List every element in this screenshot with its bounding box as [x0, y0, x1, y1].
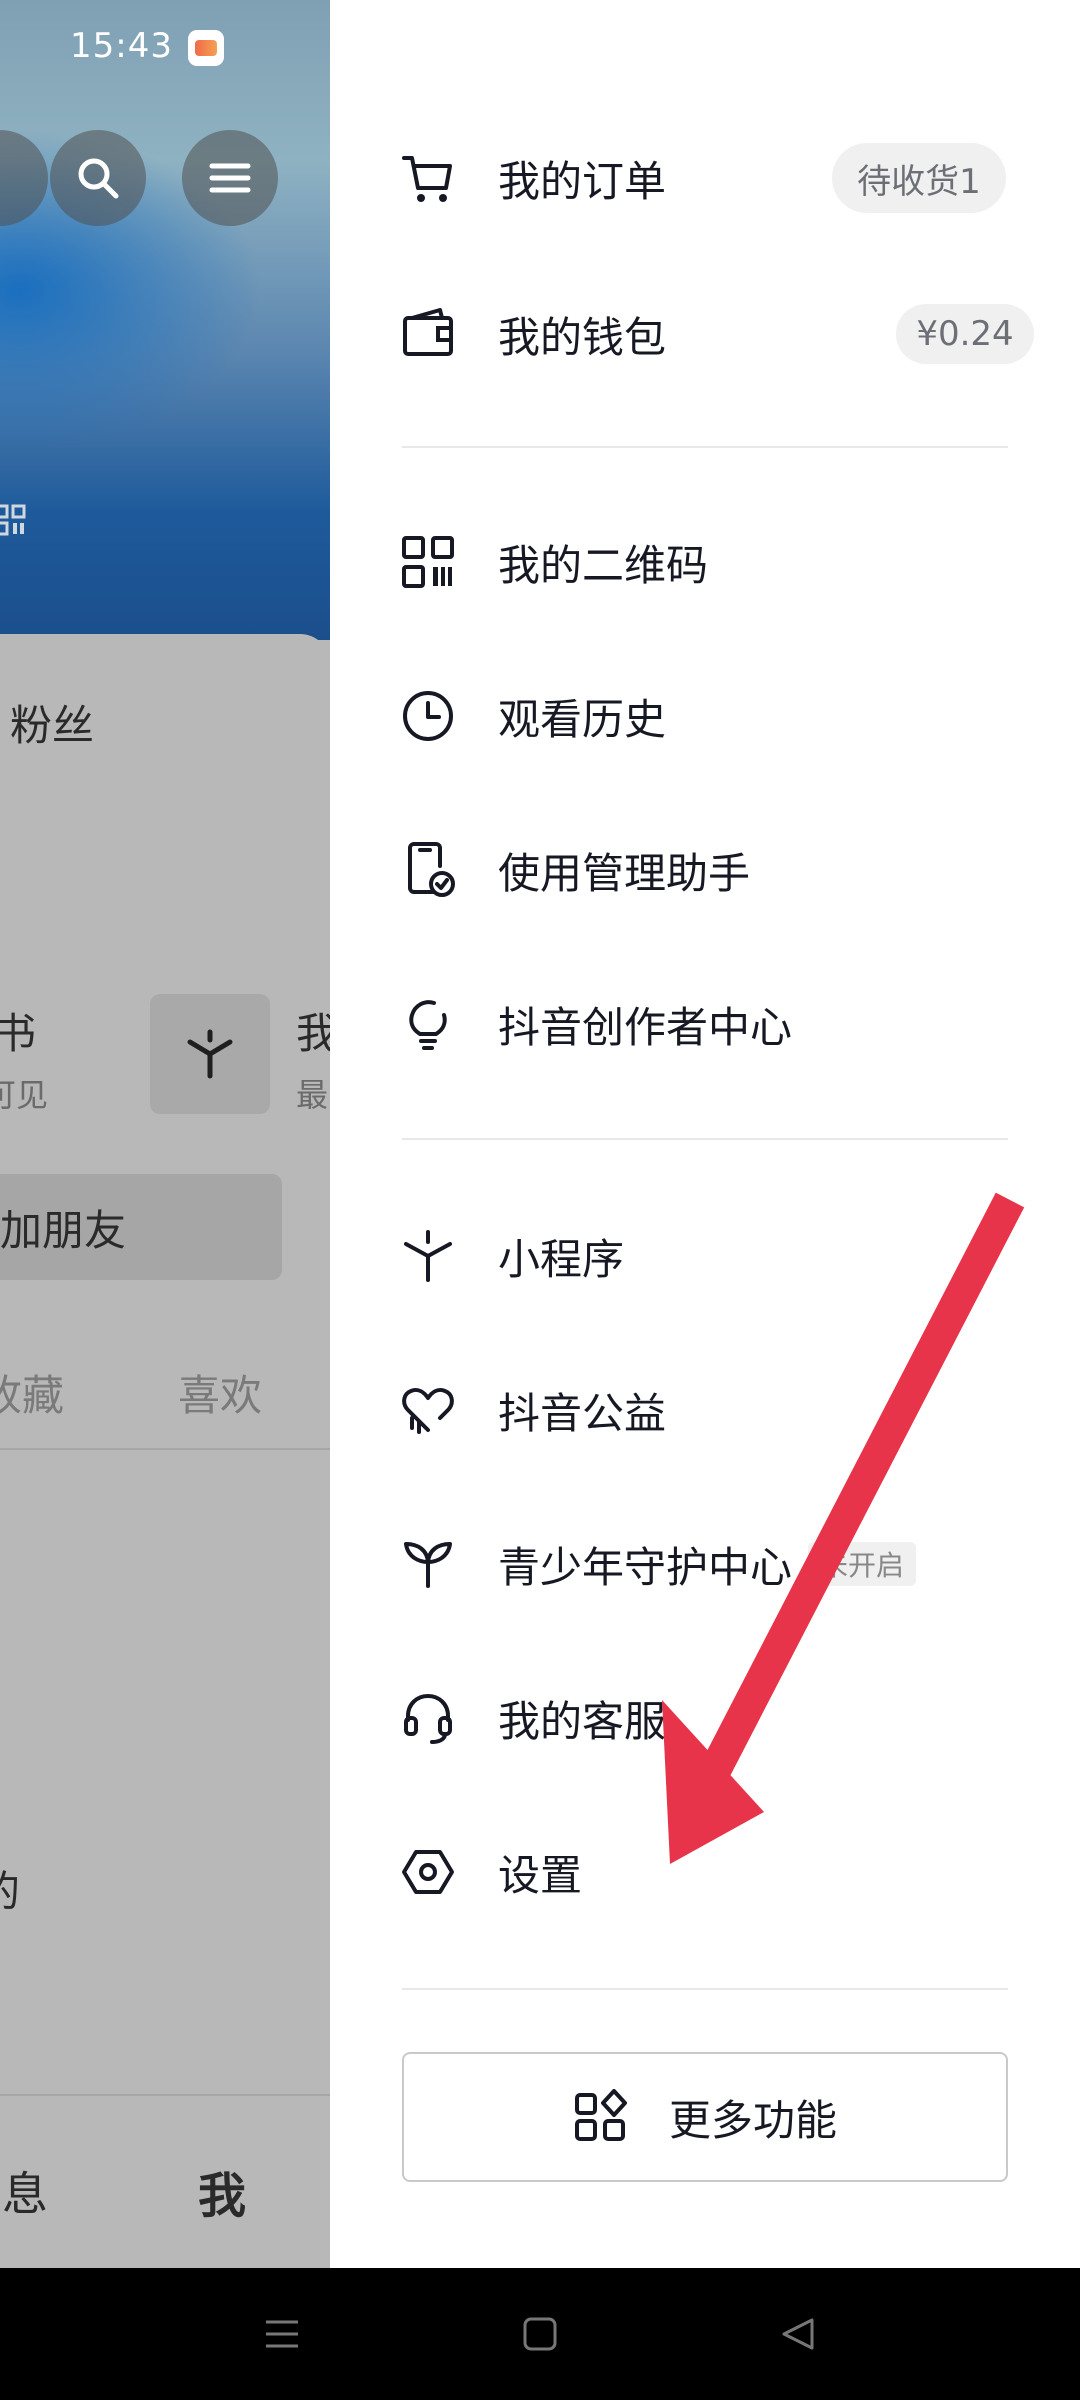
more-features-label: 更多功能	[668, 2095, 837, 2145]
menu-item-label: 观看历史	[498, 694, 667, 744]
tab-divider	[0, 1448, 330, 1450]
grid-features-icon	[574, 2089, 627, 2141]
drawer-divider	[402, 1988, 1008, 1990]
nav-home-button[interactable]	[512, 2306, 568, 2362]
menu-item-qrcode[interactable]: 我的二维码	[330, 502, 1080, 622]
wo-text: 我	[296, 1009, 330, 1058]
clock-icon	[400, 688, 456, 744]
menu-item-settings[interactable]: 设置	[330, 1812, 1080, 1932]
profile-content-panel	[0, 634, 330, 2268]
miniprogram-icon	[400, 1228, 456, 1284]
tab-collect[interactable]: 收藏	[0, 1362, 64, 1423]
tab-like[interactable]: 喜欢	[178, 1362, 262, 1423]
shu-text: 书	[0, 1009, 37, 1058]
square-home-icon	[523, 2317, 557, 2351]
wallet-balance-badge: ¥0.24	[896, 304, 1034, 364]
menu-item-history[interactable]: 观看历史	[330, 656, 1080, 776]
cart-icon	[400, 150, 456, 206]
nav-back-button[interactable]	[770, 2306, 826, 2362]
profile-header-background	[0, 0, 330, 640]
drawer-divider	[402, 1138, 1008, 1140]
zui-text: 最	[296, 1076, 329, 1114]
nav-me[interactable]: 我	[198, 2156, 246, 2226]
sprout-icon	[400, 1536, 456, 1592]
notification-app-icon	[188, 30, 224, 66]
fans-label[interactable]: 粉丝	[10, 692, 94, 753]
add-friend-button[interactable]: 加朋友	[0, 1174, 282, 1280]
menu-item-customer-service[interactable]: 我的客服	[330, 1658, 1080, 1778]
menu-item-label: 我的客服	[498, 1696, 667, 1746]
hamburger-icon	[209, 163, 251, 193]
status-time: 15:43	[70, 26, 173, 66]
more-features-button[interactable]: 更多功能	[402, 2052, 1008, 2182]
menu-button[interactable]	[182, 130, 278, 226]
nav-messages[interactable]: 消息	[0, 2158, 48, 2224]
qrcode-small-icon	[0, 504, 26, 536]
mini-program-tile[interactable]	[150, 994, 270, 1114]
charity-heart-icon	[400, 1382, 456, 1438]
menu-item-label: 抖音公益	[498, 1388, 667, 1438]
menu-item-label: 我的钱包	[498, 312, 667, 362]
menu-item-label: 使用管理助手	[498, 848, 751, 898]
menu-item-label: 抖音创作者中心	[498, 1002, 793, 1052]
de-text: 的	[0, 1858, 20, 1919]
menu-item-label: 设置	[498, 1850, 583, 1900]
menu-item-label: 青少年守护中心	[498, 1542, 793, 1592]
menu-item-charity[interactable]: 抖音公益	[330, 1350, 1080, 1470]
menu-lines-icon	[266, 2320, 298, 2348]
menu-item-youth-protection[interactable]: 青少年守护中心 未开启	[330, 1504, 1080, 1624]
shu-sub-text: 可见	[0, 1076, 49, 1114]
menu-item-creator-center[interactable]: 抖音创作者中心	[330, 964, 1080, 1084]
nav-menu-button[interactable]	[254, 2306, 310, 2362]
qrcode-icon	[400, 534, 456, 590]
menu-item-label: 我的二维码	[498, 540, 709, 590]
search-icon	[78, 158, 119, 199]
wallet-icon	[400, 306, 456, 362]
drawer-divider	[402, 446, 1008, 448]
menu-item-label: 小程序	[498, 1234, 625, 1284]
menu-item-wallet[interactable]: 我的钱包 ¥0.24	[330, 274, 1080, 394]
settings-hexagon-icon	[400, 1844, 456, 1900]
system-navigation-bar	[0, 2268, 1080, 2400]
pending-delivery-badge: 待收货1	[832, 143, 1006, 213]
side-drawer: 我的订单 待收货1 我的钱包 ¥0.24 我的二维码 观看历史 使用管理助手 抖…	[330, 0, 1080, 2268]
profile-page-dimmed[interactable]: 15:43 粉丝 书 可见 我 最 加朋友 收藏 喜欢 息 我	[0, 0, 330, 2268]
back-triangle-icon	[782, 2318, 814, 2350]
menu-item-label: 我的订单	[498, 156, 667, 206]
headset-icon	[400, 1690, 456, 1746]
menu-item-orders[interactable]: 我的订单 待收货1	[330, 118, 1080, 238]
not-enabled-tag: 未开启	[808, 1542, 917, 1586]
miniprogram-icon	[187, 1029, 233, 1079]
lightbulb-icon	[400, 996, 456, 1052]
search-button[interactable]	[50, 130, 146, 226]
menu-item-mini-programs[interactable]: 小程序	[330, 1196, 1080, 1316]
phone-check-icon	[400, 842, 456, 898]
menu-item-usage-assistant[interactable]: 使用管理助手	[330, 810, 1080, 930]
bottom-nav-divider	[0, 2094, 330, 2096]
